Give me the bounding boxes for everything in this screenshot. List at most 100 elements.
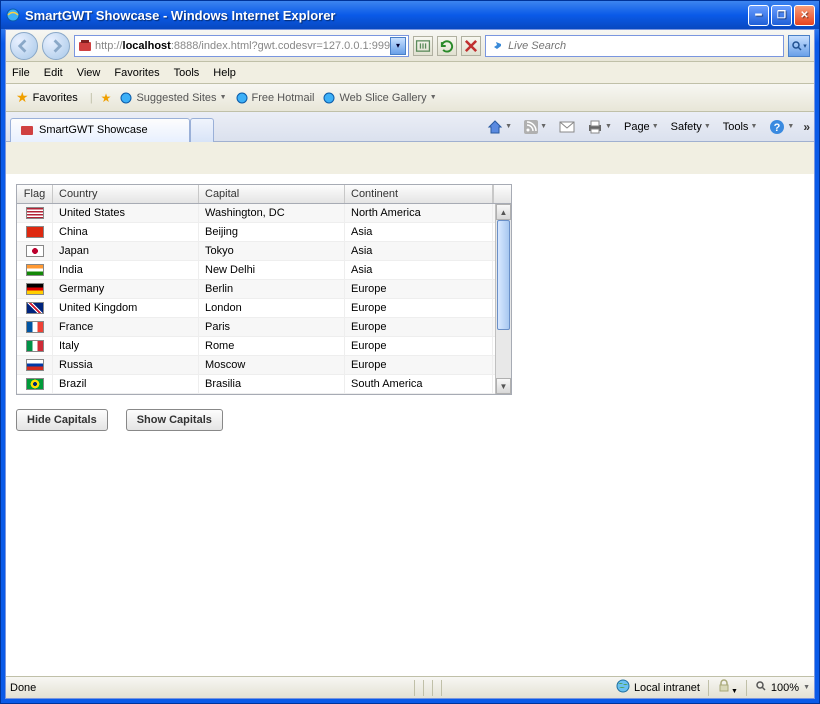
cell-flag	[17, 280, 53, 298]
table-row[interactable]: RussiaMoscowEurope	[17, 356, 495, 375]
free-hotmail-link[interactable]: Free Hotmail	[235, 91, 315, 105]
maximize-button[interactable]: ❐	[771, 5, 792, 26]
zoom-icon[interactable]	[755, 680, 767, 695]
favorites-bar: ★Favorites | ★ Suggested Sites▼ Free Hot…	[6, 84, 814, 112]
suggested-sites-link[interactable]: Suggested Sites▼	[119, 91, 226, 105]
ie-logo-icon	[5, 7, 21, 23]
url-dropdown[interactable]: ▾	[390, 37, 406, 55]
table-row[interactable]: GermanyBerlinEurope	[17, 280, 495, 299]
cell-continent: Asia	[345, 223, 493, 241]
table-row[interactable]: United StatesWashington, DCNorth America	[17, 204, 495, 223]
cell-country: Italy	[53, 337, 199, 355]
star-icon: ★	[16, 89, 29, 106]
cell-country: France	[53, 318, 199, 336]
header-flag[interactable]: Flag	[17, 185, 53, 203]
cell-continent: Asia	[345, 242, 493, 260]
bing-icon	[490, 37, 504, 54]
zoom-level[interactable]: 100%	[771, 682, 799, 694]
grid-header: Flag Country Capital Continent	[17, 185, 511, 204]
compat-view-icon[interactable]	[413, 36, 433, 56]
web-slice-gallery-link[interactable]: Web Slice Gallery▼	[322, 91, 436, 105]
cell-continent: Europe	[345, 318, 493, 336]
tools-menu[interactable]: Tools▼	[720, 119, 761, 135]
ie-window: SmartGWT Showcase - Windows Internet Exp…	[0, 0, 820, 704]
menu-tools[interactable]: Tools	[174, 67, 200, 79]
cell-continent: Asia	[345, 261, 493, 279]
search-go-button[interactable]: ▾	[788, 35, 810, 57]
scroll-down-button[interactable]: ▼	[496, 378, 511, 394]
feeds-button[interactable]: ▼	[521, 118, 550, 136]
header-continent[interactable]: Continent	[345, 185, 493, 203]
menu-edit[interactable]: Edit	[44, 67, 63, 79]
close-button[interactable]: ✕	[794, 5, 815, 26]
table-row[interactable]: BrazilBrasiliaSouth America	[17, 375, 495, 394]
cell-flag	[17, 223, 53, 241]
favorites-button[interactable]: ★Favorites	[12, 87, 82, 108]
add-favorite-icon[interactable]: ★	[101, 91, 112, 105]
scroll-thumb[interactable]	[497, 220, 510, 330]
show-capitals-button[interactable]: Show Capitals	[126, 409, 223, 431]
minimize-button[interactable]: ━	[748, 5, 769, 26]
read-mail-button[interactable]	[556, 119, 578, 135]
cell-continent: North America	[345, 204, 493, 222]
scroll-up-button[interactable]: ▲	[496, 204, 511, 220]
print-button[interactable]: ▼	[584, 118, 615, 136]
search-bar[interactable]	[485, 35, 784, 57]
navigation-bar: http://localhost:8888/index.html?gwt.cod…	[6, 30, 814, 62]
header-country[interactable]: Country	[53, 185, 199, 203]
stop-button[interactable]	[461, 36, 481, 56]
refresh-button[interactable]	[437, 36, 457, 56]
flag-icon	[26, 226, 44, 238]
titlebar[interactable]: SmartGWT Showcase - Windows Internet Exp…	[1, 1, 819, 29]
table-row[interactable]: IndiaNew DelhiAsia	[17, 261, 495, 280]
table-row[interactable]: ChinaBeijingAsia	[17, 223, 495, 242]
help-button[interactable]: ?▼	[766, 117, 797, 137]
table-row[interactable]: JapanTokyoAsia	[17, 242, 495, 261]
cell-country: Germany	[53, 280, 199, 298]
cell-flag	[17, 204, 53, 222]
flag-icon	[26, 378, 44, 390]
cell-capital: Washington, DC	[199, 204, 345, 222]
cell-country: Japan	[53, 242, 199, 260]
window-title: SmartGWT Showcase - Windows Internet Exp…	[25, 8, 336, 23]
grid-scrollbar[interactable]: ▲ ▼	[495, 204, 511, 394]
cell-continent: Europe	[345, 280, 493, 298]
menu-file[interactable]: File	[12, 67, 30, 79]
back-button[interactable]	[10, 32, 38, 60]
zoom-dropdown[interactable]: ▼	[803, 684, 810, 691]
safety-menu[interactable]: Safety▼	[668, 119, 714, 135]
table-row[interactable]: FranceParisEurope	[17, 318, 495, 337]
cell-flag	[17, 375, 53, 393]
flag-icon	[26, 302, 44, 314]
new-tab-button[interactable]	[190, 118, 214, 142]
page-menu[interactable]: Page▼	[621, 119, 662, 135]
overflow-icon[interactable]: »	[803, 120, 810, 134]
address-bar[interactable]: http://localhost:8888/index.html?gwt.cod…	[74, 35, 409, 57]
page-content: Flag Country Capital Continent United St…	[6, 174, 814, 676]
cell-continent: South America	[345, 375, 493, 393]
header-capital[interactable]: Capital	[199, 185, 345, 203]
cell-capital: Berlin	[199, 280, 345, 298]
home-button[interactable]: ▼	[484, 117, 515, 137]
table-row[interactable]: United KingdomLondonEurope	[17, 299, 495, 318]
menu-view[interactable]: View	[77, 67, 101, 79]
forward-button[interactable]	[42, 32, 70, 60]
hide-capitals-button[interactable]: Hide Capitals	[16, 409, 108, 431]
flag-icon	[26, 340, 44, 352]
ie-page-icon	[119, 91, 133, 105]
cell-capital: Brasilia	[199, 375, 345, 393]
ie-page-icon	[235, 91, 249, 105]
menu-bar: File Edit View Favorites Tools Help	[6, 62, 814, 84]
tab-label: SmartGWT Showcase	[39, 124, 148, 136]
cell-capital: Paris	[199, 318, 345, 336]
search-input[interactable]	[508, 40, 779, 52]
menu-favorites[interactable]: Favorites	[114, 67, 159, 79]
menu-help[interactable]: Help	[213, 67, 236, 79]
flag-icon	[26, 321, 44, 333]
cell-country: United Kingdom	[53, 299, 199, 317]
protected-mode-icon[interactable]: ▼	[717, 679, 738, 696]
security-zone[interactable]: Local intranet	[634, 682, 700, 694]
cell-capital: London	[199, 299, 345, 317]
table-row[interactable]: ItalyRomeEurope	[17, 337, 495, 356]
tab-active[interactable]: SmartGWT Showcase	[10, 118, 190, 142]
